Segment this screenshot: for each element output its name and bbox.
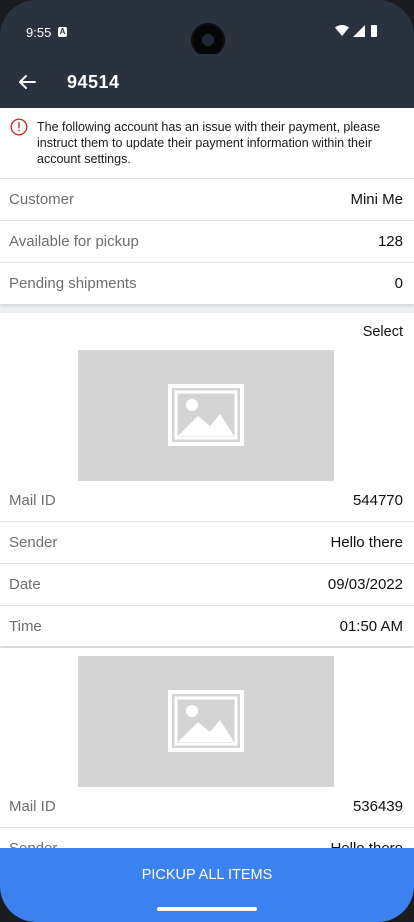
a-letter-icon: A <box>58 27 67 37</box>
account-summary: Customer Mini Me Available for pickup 12… <box>0 179 414 304</box>
mail-id-value: 536439 <box>352 798 403 815</box>
status-bar: 9:55 A <box>0 0 414 57</box>
mail-item-card: Select Mail ID 544770 Sender Hello there <box>0 313 414 646</box>
page-title: 94514 <box>67 72 120 92</box>
mail-id-row: Mail ID 544770 <box>0 480 414 522</box>
back-arrow-icon[interactable] <box>16 71 38 93</box>
navigation-bar <box>0 900 414 922</box>
mail-id-label: Mail ID <box>9 492 56 509</box>
pickup-all-button[interactable]: PICKUP ALL ITEMS <box>0 848 414 900</box>
phone-screen: 9:55 A 94514 The following account has a… <box>0 0 414 922</box>
available-row: Available for pickup 128 <box>0 221 414 263</box>
sender-label: Sender <box>9 534 58 551</box>
sender-row: Sender Hello there <box>0 522 414 564</box>
date-value: 09/03/2022 <box>327 576 403 593</box>
status-icons <box>335 25 377 37</box>
customer-label: Customer <box>9 191 75 208</box>
image-placeholder-icon <box>168 384 244 446</box>
sender-label: Sender <box>9 840 57 848</box>
pending-value: 0 <box>394 275 403 292</box>
date-label: Date <box>9 576 41 593</box>
sender-value: Hello there <box>330 534 403 551</box>
date-row: Date 09/03/2022 <box>0 564 414 606</box>
mail-id-label: Mail ID <box>9 798 56 815</box>
sender-row: Sender Hello there <box>0 828 414 848</box>
mail-id-value: 544770 <box>352 492 403 509</box>
customer-row: Customer Mini Me <box>0 179 414 221</box>
mail-image[interactable] <box>78 350 334 481</box>
time-value: 01:50 AM <box>339 618 403 635</box>
status-time: 9:55 <box>26 25 52 40</box>
available-label: Available for pickup <box>9 233 139 250</box>
mail-item-card: Mail ID 536439 Sender Hello there <box>0 648 414 848</box>
pending-label: Pending shipments <box>9 275 137 292</box>
battery-icon <box>371 25 377 37</box>
image-placeholder-icon <box>168 690 244 752</box>
select-button[interactable]: Select <box>363 324 403 340</box>
sender-value: Hello there <box>330 840 403 848</box>
payment-alert: The following account has an issue with … <box>0 108 414 179</box>
mail-details: Mail ID 536439 Sender Hello there <box>0 786 414 848</box>
mail-id-row: Mail ID 536439 <box>0 786 414 828</box>
mail-image[interactable] <box>78 656 334 787</box>
info-circle-icon <box>10 118 28 136</box>
wifi-icon <box>335 25 349 36</box>
customer-value: Mini Me <box>350 191 403 208</box>
signal-icon <box>353 25 365 37</box>
mail-details: Mail ID 544770 Sender Hello there Date 0… <box>0 480 414 647</box>
scroll-content[interactable]: The following account has an issue with … <box>0 108 414 848</box>
app-bar: 94514 <box>0 54 414 108</box>
alert-message: The following account has an issue with … <box>37 120 381 166</box>
home-indicator[interactable] <box>157 907 257 911</box>
time-label: Time <box>9 618 42 635</box>
available-value: 128 <box>377 233 403 250</box>
time-row: Time 01:50 AM <box>0 606 414 647</box>
pending-row: Pending shipments 0 <box>0 263 414 304</box>
camera-cutout <box>191 23 225 57</box>
